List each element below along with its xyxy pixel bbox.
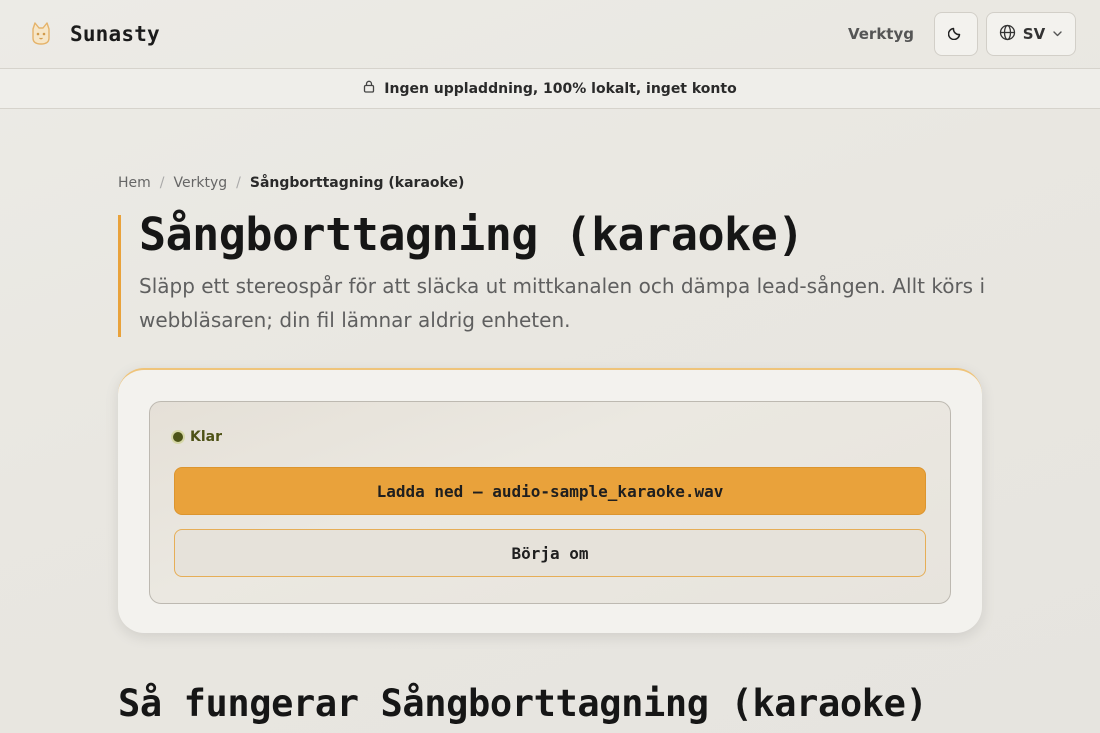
privacy-banner-text: Ingen uppladdning, 100% lokalt, inget ko… [384, 80, 737, 97]
privacy-banner: Ingen uppladdning, 100% lokalt, inget ko… [0, 68, 1100, 109]
status-label: Klar [190, 429, 222, 445]
result-panel: Klar Ladda ned — audio-sample_karaoke.wa… [149, 401, 951, 604]
restart-button[interactable]: Börja om [174, 529, 926, 577]
theme-toggle-button[interactable] [934, 12, 978, 56]
breadcrumb-current: Sångborttagning (karaoke) [249, 175, 465, 191]
brand-name[interactable]: Sunasty [70, 22, 160, 46]
page-title: Sångborttagning (karaoke) [139, 208, 804, 261]
nav-tools-link[interactable]: Verktyg [848, 25, 914, 43]
language-select[interactable]: SV [986, 12, 1076, 56]
hero: Sångborttagning (karaoke) Släpp ett ster… [118, 208, 998, 337]
tool-card: Klar Ladda ned — audio-sample_karaoke.wa… [118, 368, 982, 633]
site-header: Sunasty Verktyg SV [0, 0, 1100, 68]
page-description: Släpp ett stereospår för att släcka ut m… [139, 274, 986, 332]
chevron-down-icon [1052, 25, 1063, 43]
header-actions: Verktyg SV [848, 12, 1076, 56]
breadcrumb-home[interactable]: Hem [118, 175, 151, 191]
moon-icon [947, 24, 964, 44]
breadcrumb-separator: / [159, 175, 165, 191]
status-dot-icon [173, 432, 183, 442]
breadcrumb-tools[interactable]: Verktyg [174, 175, 228, 191]
download-button[interactable]: Ladda ned — audio-sample_karaoke.wav [174, 467, 926, 515]
language-label: SV [1022, 25, 1046, 43]
breadcrumb-separator: / [236, 175, 241, 191]
lock-icon [363, 80, 375, 97]
cat-logo-icon[interactable] [24, 17, 58, 51]
status-badge: Klar [173, 429, 222, 445]
breadcrumb: Hem / Verktyg / Sångborttagning (karaoke… [118, 175, 464, 191]
globe-icon [999, 24, 1016, 45]
how-it-works-heading: Så fungerar Sångborttagning (karaoke) [118, 682, 928, 725]
